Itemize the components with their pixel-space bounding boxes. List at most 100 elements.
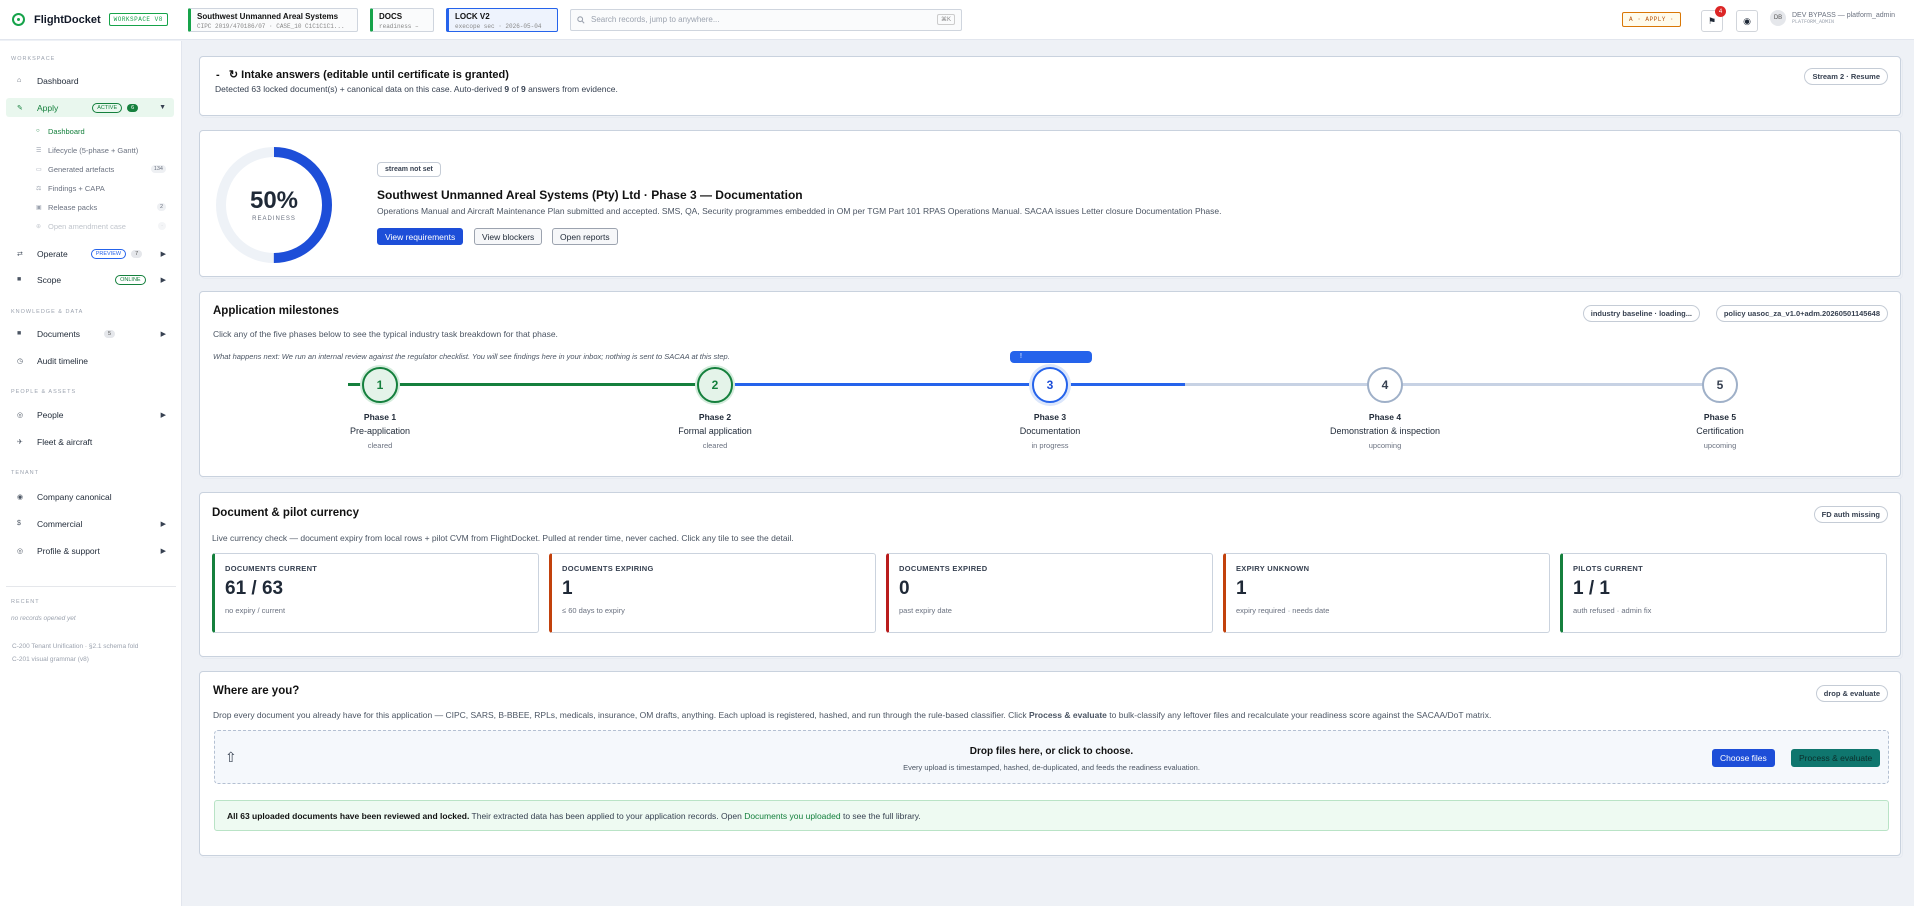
view-blockers-button[interactable]: View blockers [474,228,543,245]
docs-label: DOCS [379,11,403,21]
docs-meta: readiness – [379,22,419,30]
refresh-icon: ↻ [222,69,239,81]
phase-status: upcoming [1703,441,1737,450]
phase-label: Phase 3 [1033,412,1067,422]
policy-pill[interactable]: policy uasoc_za_v1.0+adm.20260501145648 [1715,305,1888,322]
intake-desc-text: answers from evidence. [525,84,618,94]
tile-documents-expired[interactable]: DOCUMENTS EXPIRED 0 past expiry date [886,553,1213,633]
phase-node-1[interactable]: 1 [362,367,398,403]
sidebar-item-people[interactable]: ◎ People ▶ [6,405,174,424]
sidebar-item-label: Profile & support [37,545,100,556]
industry-baseline-pill[interactable]: industry baseline · loading... [1582,305,1700,322]
open-reports-button[interactable]: Open reports [552,228,618,245]
tile-sub: past expiry date [899,606,952,615]
phase-node-5[interactable]: 5 [1702,367,1738,403]
search-input[interactable]: Search records, jump to anywhere... ⌘K [570,8,962,31]
user-menu[interactable]: DB DEV BYPASS — platform_admin PLATFORM_… [1770,10,1895,26]
status-badge: ONLINE [115,274,146,285]
sidebar-item-operate[interactable]: ⇄ Operate PREVIEW 7 ▶ [6,244,174,263]
currency-description: Live currency check — document expiry fr… [212,533,794,543]
chevron-right-icon[interactable]: ▶ [161,411,166,419]
findings-icon: ⚖ [36,185,42,192]
sidebar-subitem-release-packs[interactable]: ▣ Release packs 2 [36,200,166,214]
brand[interactable]: FlightDocket WORKSPACE V8 [12,13,180,26]
chevron-right-icon[interactable]: ▶ [161,276,166,284]
phase-node-2[interactable]: 2 [697,367,733,403]
upload-title: Where are you? [213,685,300,697]
tile-pilots-current[interactable]: PILOTS CURRENT 1 / 1 auth refused · admi… [1560,553,1887,633]
phase-node-3[interactable]: 3 [1032,367,1068,403]
tile-expiry-unknown[interactable]: EXPIRY UNKNOWN 1 expiry required · needs… [1223,553,1550,633]
stream-resume-pill[interactable]: Stream 2 · Resume [1804,68,1888,85]
phase-status: cleared [702,441,728,450]
stream-badge: stream not set [377,162,441,177]
tile-value: 61 / 63 [225,578,284,599]
chevron-right-icon[interactable]: ▶ [161,547,166,555]
sidebar-subitem-amendment[interactable]: ⊕ Open amendment case · [36,219,166,233]
tile-label: DOCUMENTS CURRENT [225,564,318,573]
collapse-toggle[interactable]: - [216,69,220,81]
sidebar-item-label: Scope [37,274,62,285]
case-context-chip[interactable]: Southwest Unmanned Areal Systems CIPC 20… [188,7,358,32]
person-icon: ◎ [17,411,24,419]
tile-value: 1 / 1 [1573,578,1610,599]
sidebar-item-label: Documents [37,328,80,339]
sidebar-subitem-artefacts[interactable]: ▭ Generated artefacts 134 [36,162,166,176]
sidebar-item-scope[interactable]: ■ Scope ONLINE ▶ [6,270,174,289]
tile-sub: expiry required · needs date [1236,606,1330,615]
chevron-right-icon[interactable]: ▶ [161,520,166,528]
tile-documents-current[interactable]: DOCUMENTS CURRENT 61 / 63 no expiry / cu… [212,553,539,633]
docs-context-chip[interactable]: DOCS readiness – [370,7,434,32]
process-evaluate-button[interactable]: Process & evaluate [1791,749,1881,767]
drop-evaluate-pill[interactable]: drop & evaluate [1815,685,1888,702]
phase-description: Operations Manual and Aircraft Maintenan… [377,206,1222,216]
intake-card: - ↻ Intake answers (editable until certi… [199,56,1901,116]
phase-node-4[interactable]: 4 [1367,367,1403,403]
section-workspace: WORKSPACE [11,56,56,62]
phase-label: Phase 5 [1703,412,1737,422]
sidebar-subitem-dashboard[interactable]: ○ Dashboard [36,124,166,138]
subitem-label: Open amendment case [48,221,126,231]
sidebar-item-fleet[interactable]: ✈ Fleet & aircraft [6,432,174,451]
dropzone-title: Drop files here, or click to choose. [969,746,1134,757]
mode-switch-button[interactable]: A · APPLY · [1622,12,1682,27]
chevron-right-icon[interactable]: ▶ [161,250,166,258]
sidebar-item-apply[interactable]: ✎ Apply ACTIVE 6 ▼ [6,98,174,117]
sidebar-item-audit[interactable]: ◷ Audit timeline [6,351,174,370]
documents-link[interactable]: Documents you uploaded [744,811,840,821]
theme-toggle-button[interactable]: ◉ [1736,10,1758,32]
chevron-right-icon[interactable]: ▶ [161,330,166,338]
count-badge: 7 [131,249,143,258]
view-requirements-button[interactable]: View requirements [377,228,464,245]
user-name: DEV BYPASS — platform_admin [1792,11,1895,19]
next-step-note: What happens next: We run an internal re… [213,352,730,361]
auth-status-pill[interactable]: FD auth missing [1813,506,1888,523]
chevron-down-icon[interactable]: ▼ [159,104,166,111]
sidebar-item-company[interactable]: ◉ Company canonical [6,487,174,506]
dropzone-subtitle: Every upload is timestamped, hashed, de-… [903,763,1200,772]
section-tenant: TENANT [11,470,39,476]
choose-files-button[interactable]: Choose files [1712,749,1775,767]
sidebar-item-commercial[interactable]: $ Commercial ▶ [6,514,174,533]
sidebar-item-label: Commercial [37,518,83,529]
logo-icon [12,13,25,26]
notifications-button[interactable]: ⚑ 4 [1701,6,1726,32]
status-badge: PREVIEW [90,248,127,259]
document-icon: ■ [17,330,22,337]
recent-empty-text: no records opened yet [11,615,76,622]
notification-count: 4 [1715,6,1726,17]
app-name: FlightDocket [34,13,101,26]
file-dropzone[interactable]: ⇧ Drop files here, or click to choose. E… [214,730,1889,784]
sidebar-subitem-lifecycle[interactable]: ☰ Lifecycle (5-phase + Gantt) [36,143,166,157]
milestones-description: Click any of the five phases below to se… [213,329,558,339]
tile-label: DOCUMENTS EXPIRING [562,564,654,573]
sidebar-item-profile[interactable]: ◎ Profile & support ▶ [6,541,174,560]
milestones-title: Application milestones [213,305,339,317]
tile-documents-expiring[interactable]: DOCUMENTS EXPIRING 1 ≤ 60 days to expiry [549,553,876,633]
sidebar-item-documents[interactable]: ■ Documents 5 ▶ [6,324,174,343]
sidebar-subitem-findings[interactable]: ⚖ Findings + CAPA [36,181,166,195]
intake-title[interactable]: - ↻ Intake answers (editable until certi… [216,68,509,81]
sidebar-item-dashboard[interactable]: ⌂ Dashboard [6,71,174,90]
file-icon: ▭ [36,166,42,173]
lock-context-chip[interactable]: LOCK V2 execope sec · 2026-05-04 [446,7,558,32]
